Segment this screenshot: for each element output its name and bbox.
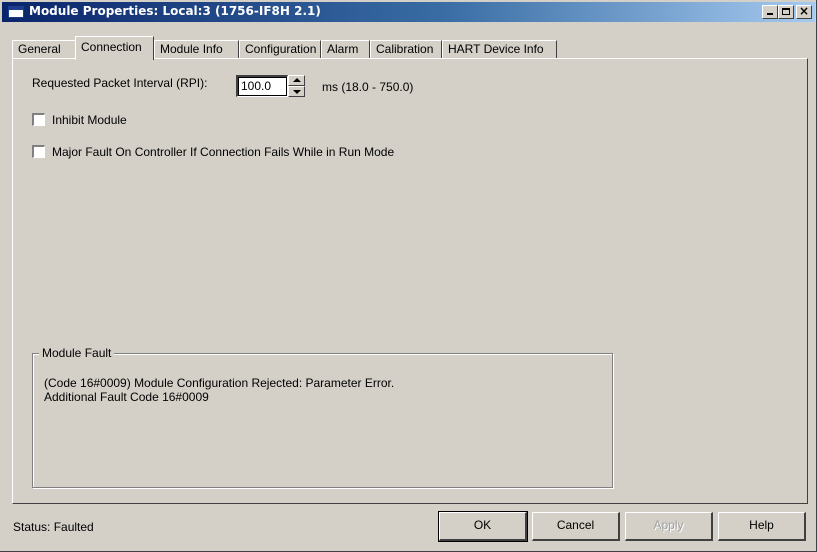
title-bar[interactable]: Module Properties: Local:3 (1756-IF8H 2.… xyxy=(2,2,815,22)
module-fault-group xyxy=(32,353,613,488)
fault-message: (Code 16#0009) Module Configuration Reje… xyxy=(44,376,395,390)
apply-button[interactable]: Apply xyxy=(625,512,713,541)
status-value: Faulted xyxy=(53,520,94,534)
maximize-button[interactable] xyxy=(778,5,794,19)
minimize-icon xyxy=(767,13,773,15)
status-label: Status: xyxy=(13,520,51,534)
inhibit-module-checkbox[interactable] xyxy=(32,113,45,126)
rpi-input[interactable]: 100.0 xyxy=(236,75,288,97)
major-fault-label[interactable]: Major Fault On Controller If Connection … xyxy=(52,145,394,159)
tab-module-info[interactable]: Module Info xyxy=(154,40,239,59)
rpi-spinner[interactable] xyxy=(288,75,305,97)
maximize-icon xyxy=(782,8,790,15)
additional-fault-code: Additional Fault Code 16#0009 xyxy=(44,390,209,404)
tab-alarm[interactable]: Alarm xyxy=(321,40,370,59)
tab-connection[interactable]: Connection xyxy=(75,36,154,60)
close-icon: × xyxy=(798,4,810,18)
window-title: Module Properties: Local:3 (1756-IF8H 2.… xyxy=(29,4,321,18)
major-fault-checkbox[interactable] xyxy=(32,145,45,158)
help-button[interactable]: Help xyxy=(718,512,806,541)
inhibit-module-label[interactable]: Inhibit Module xyxy=(52,113,127,127)
module-fault-title: Module Fault xyxy=(39,346,115,360)
status-text: Status: Faulted xyxy=(13,520,94,534)
spin-down-icon[interactable] xyxy=(288,86,305,97)
tab-configuration[interactable]: Configuration xyxy=(239,40,321,59)
rpi-range-label: ms (18.0 - 750.0) xyxy=(322,80,414,94)
rpi-label: Requested Packet Interval (RPI): xyxy=(32,76,208,90)
tab-general[interactable]: General xyxy=(12,40,76,59)
spin-up-icon[interactable] xyxy=(288,75,305,86)
ok-button[interactable]: OK xyxy=(439,512,527,541)
tab-hart-device-info[interactable]: HART Device Info xyxy=(442,40,557,59)
window-icon xyxy=(8,6,24,18)
module-properties-dialog: Module Properties: Local:3 (1756-IF8H 2.… xyxy=(0,0,817,552)
tab-calibration[interactable]: Calibration xyxy=(370,40,442,59)
minimize-button[interactable] xyxy=(762,5,778,19)
close-button[interactable]: × xyxy=(796,4,812,19)
cancel-button[interactable]: Cancel xyxy=(532,512,620,541)
